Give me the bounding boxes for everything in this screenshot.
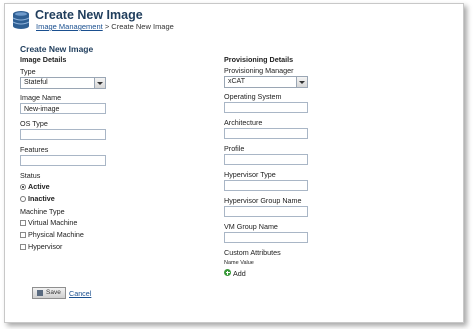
breadcrumb-separator: >	[104, 22, 110, 31]
provisioning-manager-value: xCAT	[228, 78, 245, 85]
add-icon[interactable]	[224, 269, 231, 276]
machine-type-label: Machine Type	[20, 207, 65, 216]
type-select-value: Stateful	[24, 79, 48, 86]
hypervisor-type-label: Hypervisor Type	[224, 170, 276, 179]
image-details-heading: Image Details	[20, 55, 67, 64]
operating-system-input[interactable]	[224, 102, 308, 113]
database-icon	[12, 11, 30, 29]
os-type-label: OS Type	[20, 119, 48, 128]
breadcrumb-link-image-management[interactable]: Image Management	[36, 22, 103, 31]
status-inactive-radio[interactable]	[20, 196, 26, 202]
virtual-machine-checkbox[interactable]	[20, 220, 26, 226]
hypervisor-type-input[interactable]	[224, 180, 308, 191]
status-label: Status	[20, 171, 41, 180]
virtual-machine-label: Virtual Machine	[28, 218, 78, 227]
hypervisor-label: Hypervisor	[28, 242, 63, 251]
type-select[interactable]: Stateful	[20, 77, 106, 89]
save-button[interactable]: Save	[32, 287, 66, 299]
breadcrumb: Image Management > Create New Image	[36, 22, 174, 31]
page-header: Create New Image Image Management > Crea…	[5, 4, 463, 34]
save-icon	[37, 290, 43, 296]
architecture-input[interactable]	[224, 128, 308, 139]
profile-label: Profile	[224, 144, 245, 153]
cancel-link[interactable]: Cancel	[69, 289, 91, 298]
type-label: Type	[20, 67, 36, 76]
vm-group-input[interactable]	[224, 232, 308, 243]
architecture-label: Architecture	[224, 118, 263, 127]
hypervisor-group-input[interactable]	[224, 206, 308, 217]
form-title: Create New Image	[20, 44, 94, 54]
status-active-label: Active	[28, 182, 50, 191]
features-input[interactable]	[20, 155, 106, 166]
hypervisor-checkbox[interactable]	[20, 244, 26, 250]
page-title: Create New Image	[35, 8, 143, 22]
add-attribute-link[interactable]: Add	[233, 269, 246, 278]
breadcrumb-current: Create New Image	[111, 22, 174, 31]
provisioning-details-heading: Provisioning Details	[224, 55, 294, 64]
chevron-down-icon[interactable]	[94, 78, 105, 88]
physical-machine-label: Physical Machine	[28, 230, 84, 239]
status-inactive-label: Inactive	[28, 194, 55, 203]
window-frame: Create New Image Image Management > Crea…	[4, 3, 464, 323]
image-name-label: Image Name	[20, 93, 62, 102]
hypervisor-group-label: Hypervisor Group Name	[224, 196, 302, 205]
vm-group-label: VM Group Name	[224, 222, 278, 231]
status-active-radio[interactable]	[20, 184, 26, 190]
physical-machine-checkbox[interactable]	[20, 232, 26, 238]
provisioning-manager-label: Provisioning Manager	[224, 66, 294, 75]
custom-attributes-label: Custom Attributes	[224, 248, 281, 257]
save-button-label: Save	[46, 289, 61, 296]
os-type-input[interactable]	[20, 129, 106, 140]
operating-system-label: Operating System	[224, 92, 282, 101]
name-value-header: Name Value	[224, 260, 254, 266]
chevron-down-icon[interactable]	[296, 77, 307, 87]
image-name-input[interactable]: New-image	[20, 103, 106, 114]
features-label: Features	[20, 145, 49, 154]
provisioning-manager-select[interactable]: xCAT	[224, 76, 308, 88]
profile-input[interactable]	[224, 154, 308, 165]
